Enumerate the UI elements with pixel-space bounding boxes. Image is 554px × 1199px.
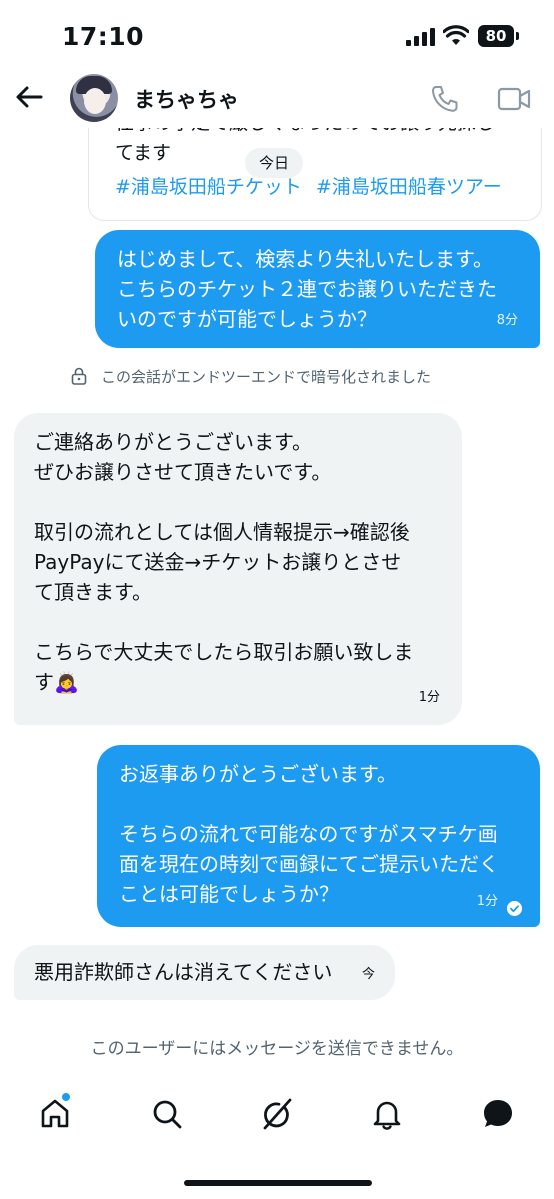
message-text: ご連絡ありがとうございます。 ぜひお譲りさせて頂きたいです。 取引の流れとしては… — [34, 430, 414, 694]
message-icon[interactable] — [481, 1097, 515, 1131]
message-bubble-incoming[interactable]: 悪用詐欺師さんは消えてください 今 — [14, 945, 395, 1000]
conversation-header: まちゃちゃ — [0, 70, 554, 128]
date-divider: 今日 — [245, 148, 304, 178]
message-time: 1分 — [418, 690, 440, 705]
status-bar: 17:10 80 — [0, 0, 554, 70]
encryption-text: この会話がエンドツーエンドで暗号化されました — [101, 368, 432, 386]
status-time: 17:10 — [62, 22, 145, 51]
lock-icon — [71, 367, 87, 385]
contact-name[interactable]: まちゃちゃ — [134, 84, 239, 114]
phone-icon[interactable] — [430, 84, 460, 114]
hashtag-link[interactable]: #浦島坂田船春ツアー — [316, 176, 502, 198]
search-icon[interactable] — [150, 1097, 184, 1131]
message-time: 1分 — [476, 894, 498, 909]
home-indicator — [184, 1180, 372, 1186]
arrow-left-icon[interactable] — [14, 82, 44, 112]
message-bubble-incoming[interactable]: ご連絡ありがとうございます。 ぜひお譲りさせて頂きたいです。 取引の流れとしては… — [14, 413, 462, 725]
notification-dot — [62, 1093, 70, 1101]
battery-level: 80 — [478, 25, 514, 47]
signal-icon — [406, 28, 438, 46]
video-icon[interactable] — [497, 86, 531, 112]
bottom-navigation — [0, 1085, 554, 1145]
message-bubble-outgoing[interactable]: お返事ありがとうございます。 そちらの流れで可能なのですがスマチケ画 面を現在の… — [97, 745, 540, 927]
avatar[interactable] — [70, 74, 118, 122]
home-icon[interactable] — [38, 1097, 72, 1131]
bell-icon[interactable] — [370, 1097, 404, 1131]
message-time: 8分 — [496, 313, 518, 328]
cannot-send-notice: このユーザーにはメッセージを送信できません。 — [90, 1039, 464, 1059]
message-text: はじめまして、検索より失礼いたします。 こちらのチケット２連でお譲りいただきた … — [117, 247, 497, 331]
shared-post-hashtags: #浦島坂田船チケット #浦島坂田船春ツアー — [115, 172, 516, 199]
message-text: 悪用詐欺師さんは消えてください — [34, 960, 333, 984]
grok-icon[interactable] — [260, 1097, 294, 1131]
message-text: お返事ありがとうございます。 そちらの流れで可能なのですがスマチケ画 面を現在の… — [119, 762, 499, 906]
hashtag-link[interactable]: #浦島坂田船チケット — [115, 176, 302, 198]
battery-tip — [516, 32, 519, 40]
message-time: 今 — [361, 967, 375, 982]
wifi-icon — [443, 25, 469, 45]
read-check-icon — [507, 901, 522, 916]
message-bubble-outgoing[interactable]: はじめまして、検索より失礼いたします。 こちらのチケット２連でお譲りいただきた … — [95, 230, 540, 348]
